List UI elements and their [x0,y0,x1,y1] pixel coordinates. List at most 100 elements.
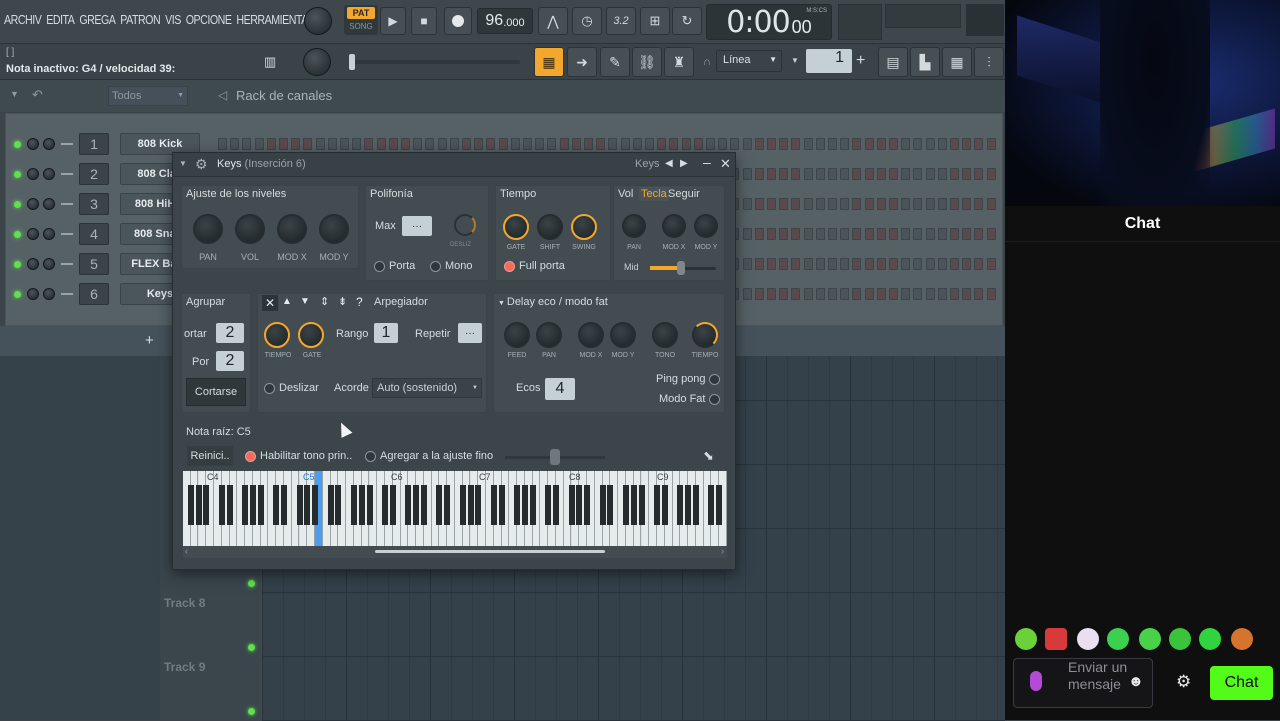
step-pad[interactable] [791,138,801,150]
menu-herramientas[interactable]: HERRAMIENTA [236,12,308,27]
metronome-button[interactable]: ⋀ [538,7,568,35]
channel-pan-knob[interactable] [27,258,39,270]
step-pad[interactable] [327,138,337,150]
piano-black-key[interactable] [599,485,606,525]
step-pad[interactable] [486,138,496,150]
piano-black-key[interactable] [553,485,560,525]
step-pad[interactable] [571,138,581,150]
step-pad[interactable] [462,138,471,150]
channel-led[interactable] [14,170,21,178]
key-range-slider[interactable] [650,261,716,275]
piano-black-key[interactable] [420,485,427,525]
step-pad[interactable] [754,168,764,180]
porta-option[interactable]: Porta [374,260,415,272]
step-pad[interactable] [828,258,837,270]
channel-volume-knob[interactable] [43,138,55,150]
step-pad[interactable] [937,258,947,270]
step-pad[interactable] [791,168,801,180]
key-mod-x-knob[interactable] [662,214,686,238]
piano-black-key[interactable] [568,485,575,525]
piano-black-key[interactable] [249,485,256,525]
arp-off-icon[interactable]: ✕ [262,295,278,311]
scroll-right-icon[interactable]: › [721,546,724,556]
step-pad[interactable] [718,138,728,150]
piano-black-key[interactable] [654,485,661,525]
step-pad[interactable] [535,138,545,150]
piano-black-key[interactable] [405,485,412,525]
step-pad[interactable] [815,288,825,300]
play-button[interactable]: ▶ [380,7,406,35]
channel-track-dash[interactable] [61,173,73,175]
step-pad[interactable] [742,168,752,180]
step-pad[interactable] [864,228,874,240]
piano-black-key[interactable] [459,485,466,525]
typing-keyboard-icon[interactable]: ▥ [264,54,276,70]
channel-pan-knob[interactable] [27,288,39,300]
menu-patron[interactable]: PATRON [120,12,160,27]
arp-random-icon[interactable]: ? [356,295,363,309]
step-pad[interactable] [901,288,911,300]
feed-knob[interactable] [504,322,530,348]
step-pad[interactable] [852,258,862,270]
step-pad[interactable] [950,138,959,150]
step-pad[interactable] [925,288,935,300]
step-pad[interactable] [913,228,923,240]
piano-black-key[interactable] [622,485,629,525]
step-pad[interactable] [291,138,301,150]
channel-number[interactable]: 4 [79,223,109,245]
piano-black-key[interactable] [638,485,645,525]
step-down-icon[interactable]: ▼ [791,56,799,65]
step-pad[interactable] [657,138,667,150]
channel-number[interactable]: 6 [79,283,109,305]
key-range-handle[interactable] [677,261,685,275]
step-pad[interactable] [523,138,532,150]
step-pad[interactable] [925,198,935,210]
piano-black-key[interactable] [358,485,365,525]
step-pad[interactable] [779,198,789,210]
step-pad[interactable] [876,198,886,210]
step-pad[interactable] [767,258,776,270]
step-pad[interactable] [962,168,972,180]
track-led[interactable] [248,644,255,651]
position-slider-handle[interactable] [349,54,355,70]
step-pad[interactable] [449,138,459,150]
step-pad[interactable] [779,258,789,270]
step-pad[interactable] [962,228,972,240]
pattern-mode-button[interactable]: ▦ [534,47,564,77]
step-pad[interactable] [889,288,898,300]
pat-song-toggle[interactable]: PAT SONG [344,5,378,35]
piano-black-key[interactable] [661,485,668,525]
step-pad[interactable] [962,138,972,150]
arp-down-icon[interactable]: ▼ [300,296,310,307]
step-pad[interactable] [937,198,947,210]
piano-black-key[interactable] [187,485,194,525]
piano-black-key[interactable] [630,485,637,525]
piano-black-key[interactable] [475,485,482,525]
step-pad[interactable] [962,258,972,270]
channel-number[interactable]: 3 [79,193,109,215]
step-pad[interactable] [254,138,264,150]
step-pad[interactable] [962,198,972,210]
tab-tecla[interactable]: Tecla [639,187,669,201]
step-pad[interactable] [266,138,276,150]
channel-led[interactable] [14,230,21,238]
step-pad[interactable] [510,138,520,150]
step-plus-button[interactable]: + [856,52,865,70]
step-pad[interactable] [986,168,996,180]
step-pad[interactable] [864,168,874,180]
step-pad[interactable] [498,138,508,150]
chat-send-button[interactable]: Chat [1210,666,1273,700]
channel-volume-knob[interactable] [43,198,55,210]
step-pad[interactable] [876,288,886,300]
piano-black-key[interactable] [296,485,303,525]
piano-roll-button[interactable]: ▙ [910,47,940,77]
emote-icon[interactable] [1045,628,1067,650]
step-pad[interactable] [218,138,227,150]
step-pad[interactable] [608,138,618,150]
channel-track-dash[interactable] [61,143,73,145]
piano-black-key[interactable] [350,485,357,525]
vol-knob[interactable] [235,214,265,244]
delay-mod-y-knob[interactable] [610,322,636,348]
step-pad[interactable] [901,258,911,270]
max-voices-field[interactable]: ··· [402,216,432,236]
